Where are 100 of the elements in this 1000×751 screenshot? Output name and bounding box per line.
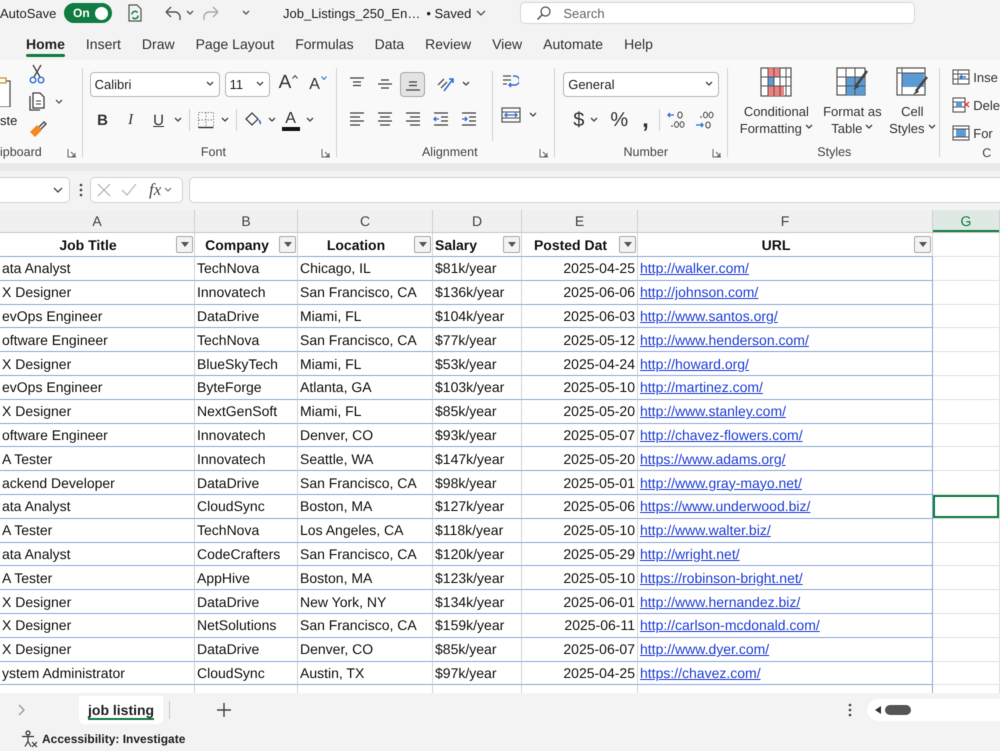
filter-button[interactable] bbox=[914, 236, 931, 253]
caret-icon[interactable] bbox=[462, 81, 470, 87]
ribbon-tab[interactable]: Automate bbox=[543, 26, 604, 60]
hyperlink[interactable]: http://johnson.com/ bbox=[640, 284, 758, 300]
more-icon[interactable] bbox=[848, 703, 852, 717]
cells-button[interactable]: Dele bbox=[952, 96, 1000, 114]
dialog-launcher-icon[interactable] bbox=[712, 148, 722, 158]
caret-icon[interactable] bbox=[174, 117, 182, 123]
caret-icon[interactable] bbox=[164, 186, 172, 192]
accessibility-icon[interactable] bbox=[20, 730, 38, 748]
formula-input[interactable] bbox=[189, 176, 1000, 202]
percent-button[interactable]: % bbox=[610, 108, 628, 132]
ribbon-tab[interactable]: View bbox=[492, 26, 522, 60]
ribbon-tab[interactable]: Page Layout bbox=[196, 26, 274, 60]
plus-icon[interactable] bbox=[217, 703, 232, 717]
font-name-dropdown[interactable]: Calibri bbox=[90, 72, 220, 96]
hyperlink[interactable]: https://robinson-bright.net/ bbox=[640, 570, 803, 586]
borders-icon[interactable] bbox=[196, 111, 215, 129]
filter-button[interactable] bbox=[619, 236, 636, 253]
paste-button[interactable]: ste bbox=[0, 64, 18, 132]
autosave-toggle[interactable]: On bbox=[64, 3, 112, 23]
accessibility-status[interactable]: Accessibility: Investigate bbox=[42, 732, 186, 746]
column-header[interactable]: D bbox=[433, 210, 522, 232]
caret-icon[interactable] bbox=[220, 117, 229, 123]
dialog-launcher-icon[interactable] bbox=[539, 148, 550, 158]
caret-icon[interactable] bbox=[529, 112, 538, 118]
font-style-button[interactable]: I bbox=[120, 108, 142, 132]
ribbon-tab[interactable]: Draw bbox=[142, 26, 175, 60]
caret-icon[interactable] bbox=[242, 10, 250, 16]
more-icon[interactable] bbox=[79, 182, 83, 196]
hyperlink[interactable]: https://chavez.com/ bbox=[640, 664, 761, 681]
styles-button[interactable]: Conditional Formatting bbox=[736, 67, 816, 141]
hyperlink[interactable]: https://www.underwood.biz/ bbox=[640, 498, 810, 514]
sheet-tab[interactable]: job listing bbox=[79, 696, 164, 724]
ribbon-tab[interactable]: Home bbox=[26, 26, 65, 60]
copy-icon[interactable] bbox=[28, 92, 46, 112]
cells-button[interactable]: For bbox=[952, 124, 1000, 142]
decrease-decimal-icon[interactable] bbox=[694, 110, 714, 130]
filter-button[interactable] bbox=[279, 236, 296, 253]
vertical-align-button[interactable] bbox=[400, 72, 426, 96]
scrollbar-thumb[interactable] bbox=[885, 705, 912, 715]
filter-button[interactable] bbox=[503, 236, 520, 253]
active-cell[interactable] bbox=[933, 494, 1000, 519]
filter-button[interactable] bbox=[414, 236, 431, 253]
paint-bucket-icon[interactable] bbox=[244, 112, 262, 128]
styles-button[interactable]: Format as Table bbox=[820, 67, 884, 141]
scrollbar-track[interactable] bbox=[867, 699, 1000, 721]
undo-icon[interactable] bbox=[164, 5, 182, 21]
hyperlink[interactable]: http://walker.com/ bbox=[640, 260, 749, 276]
hyperlink[interactable]: http://wright.net/ bbox=[640, 546, 740, 562]
column-header[interactable]: G bbox=[933, 210, 1000, 232]
chevron-right-icon[interactable] bbox=[18, 704, 26, 716]
shrink-font-button[interactable]: A bbox=[309, 72, 327, 96]
styles-button[interactable]: Cell Styles bbox=[888, 67, 936, 141]
paintbrush-icon[interactable] bbox=[28, 120, 48, 138]
hyperlink[interactable]: https://www.adams.org/ bbox=[640, 450, 786, 467]
number-format-dropdown[interactable]: General bbox=[563, 72, 720, 96]
hyperlink[interactable]: http://carlson-mcdonald.com/ bbox=[640, 617, 820, 634]
hyperlink[interactable]: http://www.dyer.com/ bbox=[640, 641, 770, 658]
ribbon-tab[interactable]: Review bbox=[425, 26, 472, 60]
dialog-launcher-icon[interactable] bbox=[66, 148, 77, 158]
filter-button[interactable] bbox=[176, 236, 193, 253]
currency-button[interactable]: $ bbox=[573, 108, 584, 132]
hyperlink[interactable]: http://howard.org/ bbox=[640, 356, 749, 372]
hyperlink[interactable]: http://www.stanley.com/ bbox=[640, 403, 786, 420]
caret-icon[interactable] bbox=[306, 117, 314, 123]
column-header[interactable]: A bbox=[0, 210, 195, 232]
hyperlink[interactable]: http://www.santos.org/ bbox=[640, 308, 778, 324]
hyperlink[interactable]: http://www.gray-mayo.net/ bbox=[640, 474, 802, 491]
hyperlink[interactable]: http://www.henderson.com/ bbox=[640, 332, 809, 348]
hyperlink[interactable]: http://www.hernandez.biz/ bbox=[640, 594, 800, 610]
ribbon-tab[interactable]: Formulas bbox=[295, 26, 354, 60]
caret-icon[interactable] bbox=[268, 117, 276, 123]
hyperlink[interactable]: http://www.walter.biz/ bbox=[640, 522, 771, 538]
merge-cells-icon[interactable] bbox=[501, 107, 522, 123]
search-field[interactable]: Search bbox=[520, 2, 916, 24]
grow-font-button[interactable]: A bbox=[278, 72, 298, 96]
document-name[interactable]: Job_Listings_250_En… bbox=[283, 6, 420, 20]
ribbon-tab[interactable]: Data bbox=[374, 26, 404, 60]
cells-button[interactable]: Inse bbox=[952, 68, 1000, 86]
hyperlink[interactable]: http://martinez.com/ bbox=[640, 379, 763, 396]
caret-icon[interactable] bbox=[590, 117, 598, 123]
comma-style-button[interactable]: , bbox=[642, 108, 649, 132]
font-style-button[interactable]: B bbox=[92, 108, 114, 132]
caret-icon[interactable] bbox=[55, 99, 63, 105]
column-header[interactable]: E bbox=[522, 210, 638, 232]
increase-decimal-icon[interactable] bbox=[666, 110, 686, 130]
caret-icon[interactable] bbox=[186, 10, 194, 16]
scissors-icon[interactable] bbox=[28, 64, 46, 84]
font-color-button[interactable]: A bbox=[282, 110, 300, 130]
insert-function-button[interactable]: fx bbox=[149, 180, 162, 200]
hyperlink[interactable]: http://chavez-flowers.com/ bbox=[640, 426, 803, 443]
caret-icon[interactable] bbox=[476, 10, 486, 16]
sync-icon[interactable] bbox=[126, 4, 144, 22]
triangle-left-icon[interactable] bbox=[875, 706, 882, 714]
ribbon-tab[interactable]: Insert bbox=[86, 26, 121, 60]
ribbon-tab[interactable]: Help bbox=[624, 26, 653, 60]
column-header[interactable]: C bbox=[298, 210, 433, 232]
dialog-launcher-icon[interactable] bbox=[321, 148, 332, 158]
column-header[interactable]: B bbox=[195, 210, 298, 232]
